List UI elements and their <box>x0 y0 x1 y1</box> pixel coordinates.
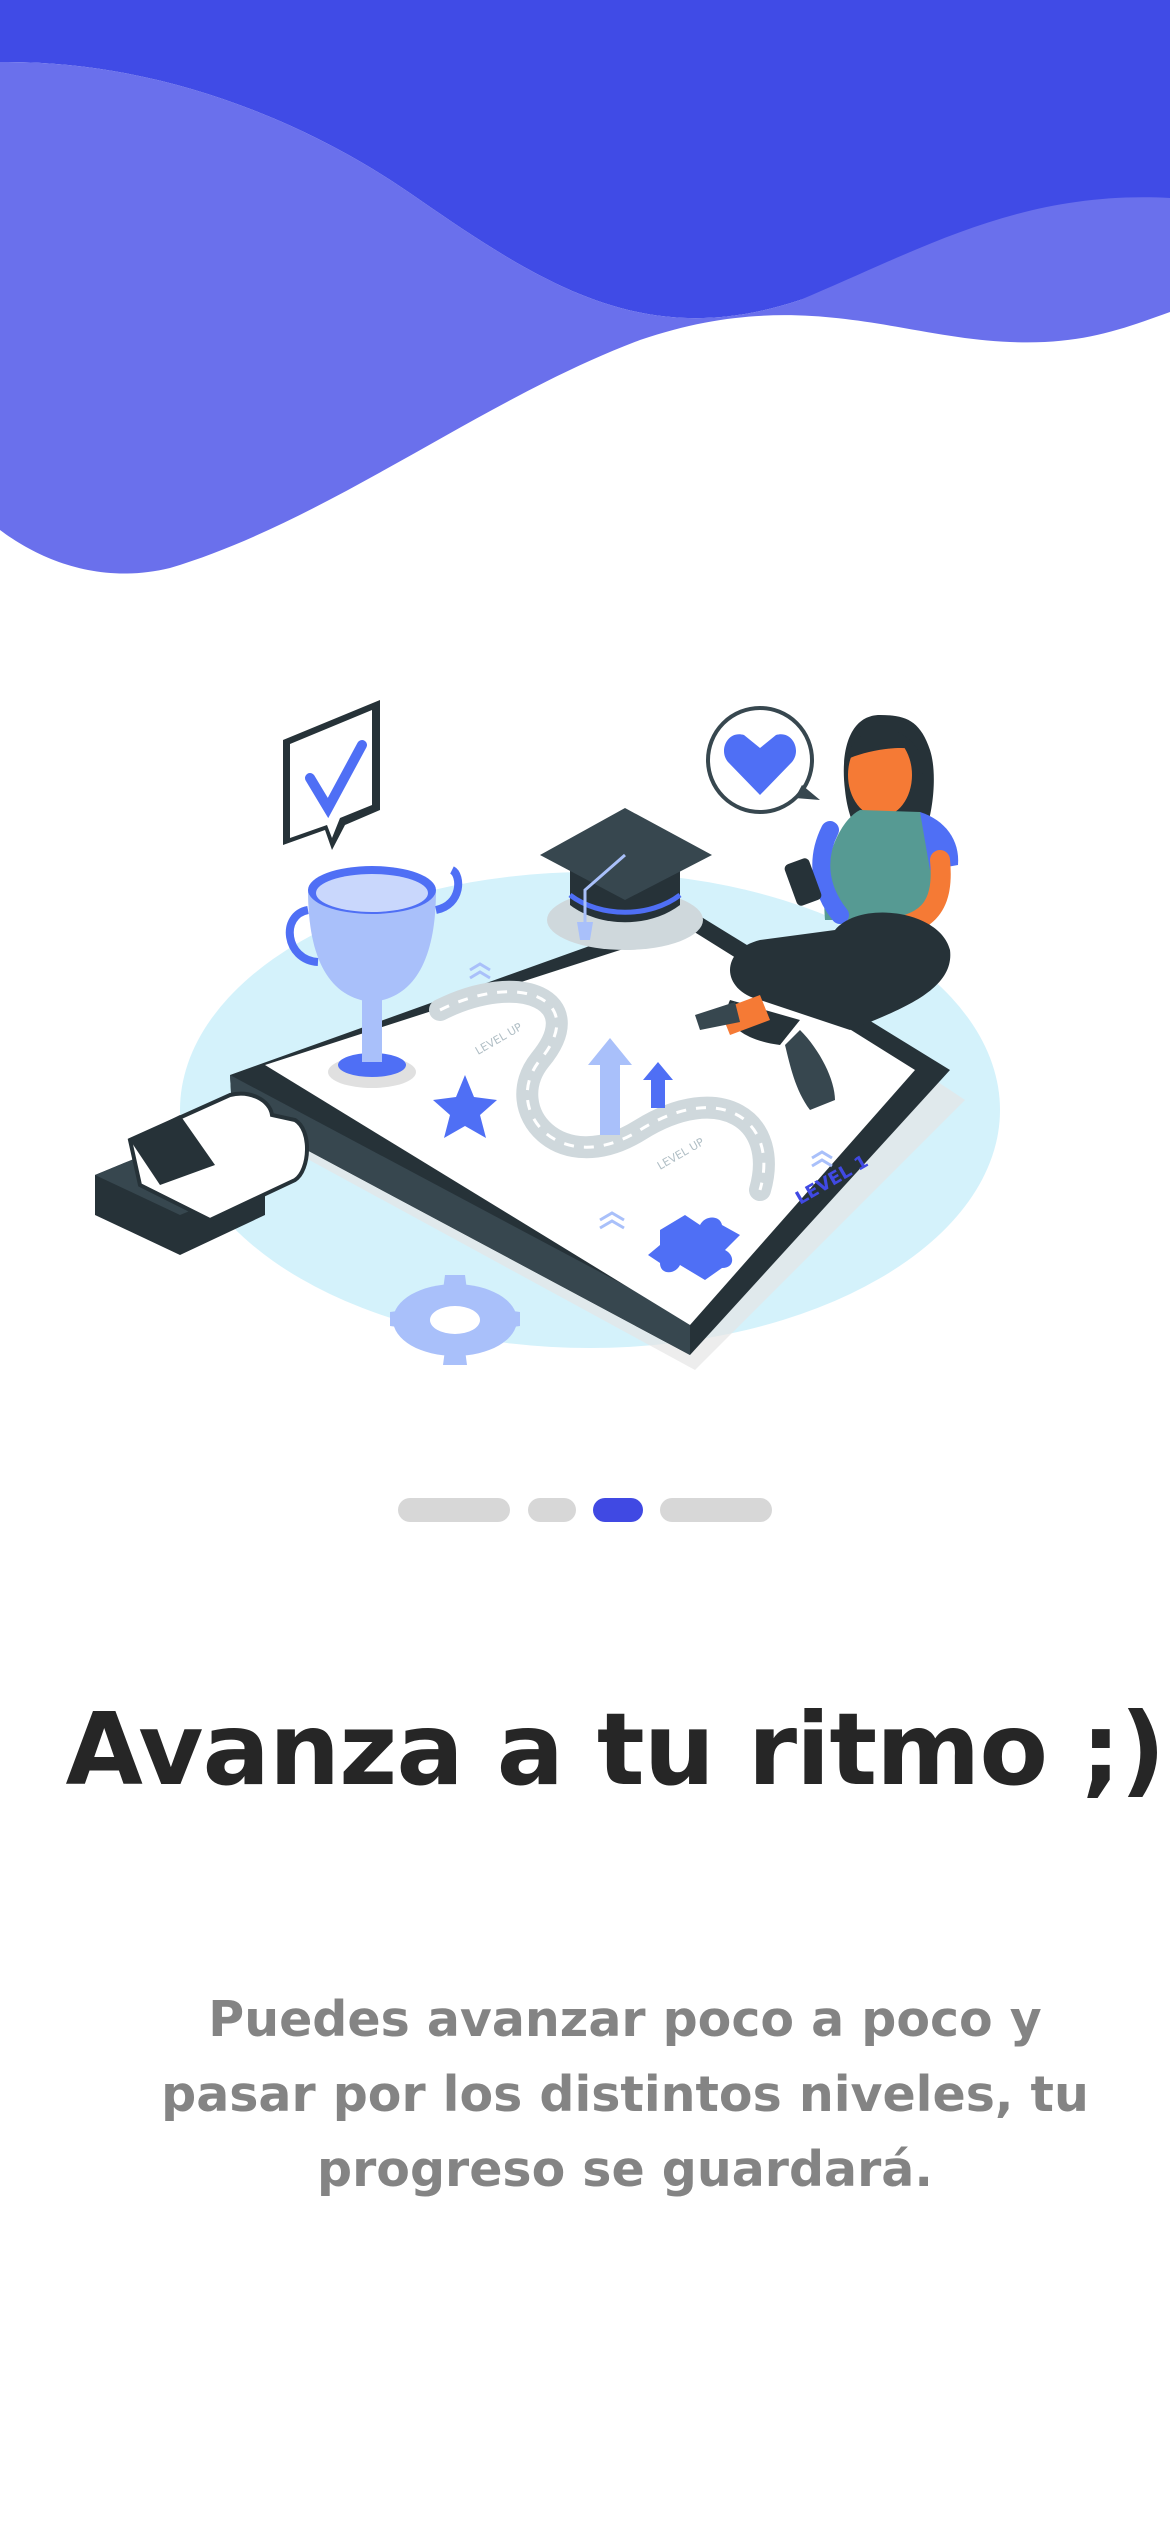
onboarding-description: Puedes avanzar poco a poco y pasar por l… <box>161 1991 1089 2198</box>
page-dot-2[interactable] <box>528 1498 576 1522</box>
hero-illustration: LEVEL 1 LEVEL UP LEVEL UP <box>95 700 1000 1370</box>
heart-bubble-icon <box>706 706 820 814</box>
page-dot-1[interactable] <box>398 1498 510 1522</box>
page-dot-3-active[interactable] <box>593 1498 643 1522</box>
page-dot-4[interactable] <box>660 1498 772 1522</box>
onboarding-title: Avanza a tu ritmo ;) <box>65 1691 1165 1808</box>
check-bubble-icon <box>283 700 380 850</box>
page-indicator <box>0 1498 1170 1524</box>
header-wave <box>0 0 1170 574</box>
